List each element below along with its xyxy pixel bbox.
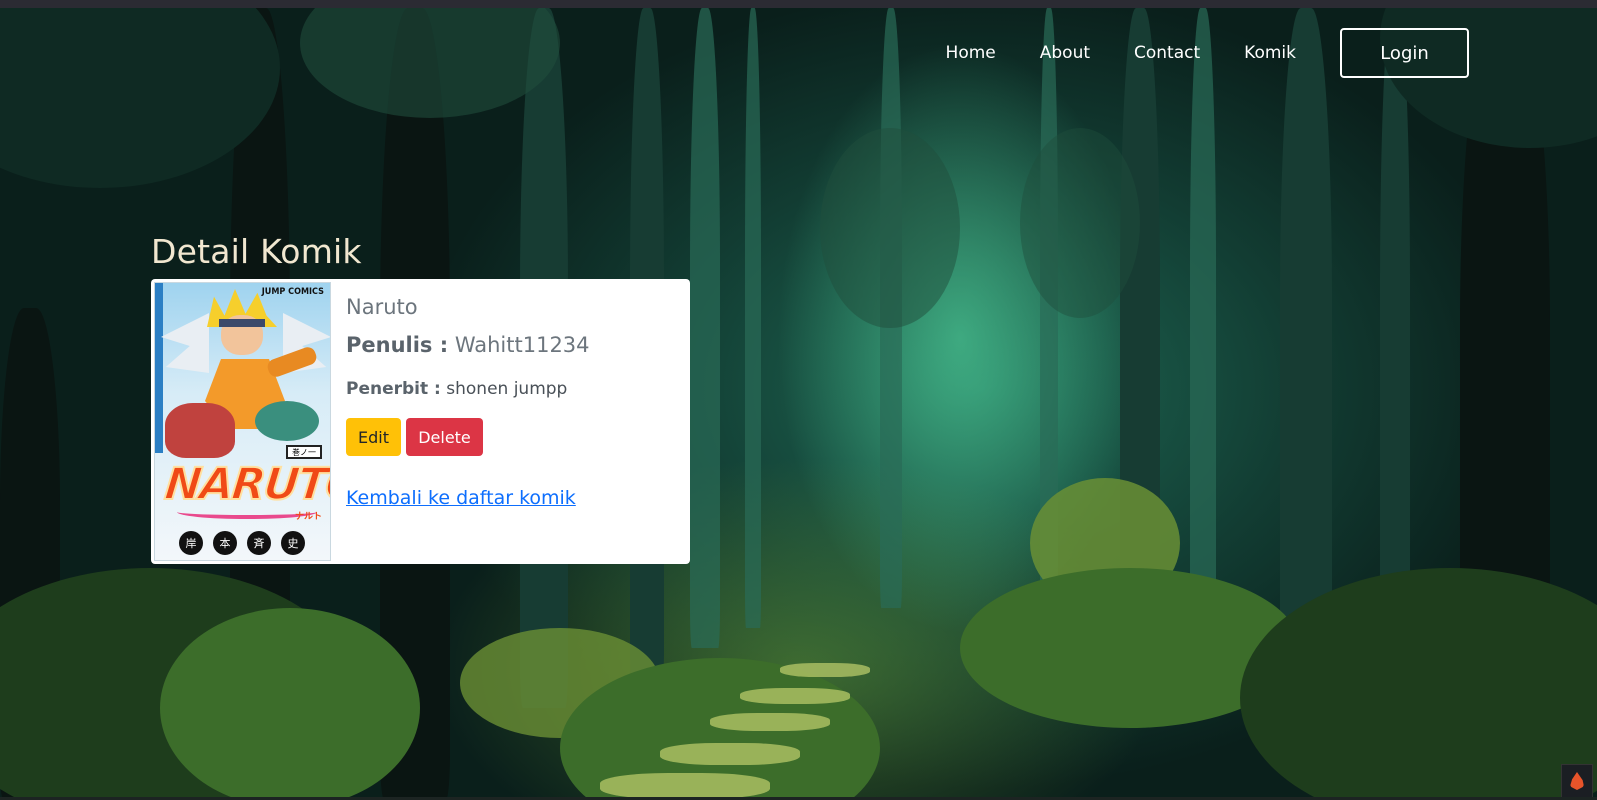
login-button[interactable]: Login: [1340, 28, 1469, 78]
cover-seal: 本: [213, 531, 237, 555]
page-title: Detail Komik: [151, 232, 362, 271]
nav-link-komik[interactable]: Komik: [1244, 43, 1296, 63]
cover-wing-left: [161, 313, 209, 373]
corner-toolbar-widget[interactable]: [1561, 764, 1593, 798]
edit-button[interactable]: Edit: [346, 418, 401, 456]
writer-value: Wahitt11234: [454, 333, 590, 357]
action-buttons: Edit Delete: [346, 418, 690, 456]
cover-logo-kana: ナルト: [294, 512, 322, 522]
cover-seal: 岸: [179, 531, 203, 555]
nav-link-contact[interactable]: Contact: [1134, 43, 1200, 63]
nav-link-home[interactable]: Home: [946, 43, 996, 63]
cover-toad: [165, 403, 235, 458]
cover-seal: 斉: [247, 531, 271, 555]
publisher-value: shonen jumpp: [446, 379, 568, 399]
nav-link-about[interactable]: About: [1040, 43, 1090, 63]
comic-title: Naruto: [346, 295, 418, 319]
comic-publisher-row: Penerbit : shonen jumpp: [346, 379, 690, 399]
delete-button[interactable]: Delete: [406, 418, 483, 456]
cover-creature: [255, 401, 319, 441]
writer-label: Penulis :: [346, 333, 449, 357]
cover-hero-headband: [219, 319, 265, 327]
comic-writer-row: Penulis : Wahitt11234: [346, 333, 690, 357]
publisher-label: Penerbit :: [346, 379, 441, 399]
cover-logo: NARUTO: [161, 458, 331, 511]
flame-icon: [1570, 772, 1584, 790]
cover-author-seals: 岸 本 斉 史: [179, 531, 305, 555]
cover-volume-label: 巻ノ一: [286, 445, 322, 459]
comic-cover-image: JUMP COMICS 巻ノ一 NARUTO ナルト 岸 本 斉 史: [154, 282, 331, 561]
back-to-list-link[interactable]: Kembali ke daftar komik: [346, 487, 576, 509]
cover-stripe: [155, 283, 163, 453]
main-nav: Home About Contact Komik Login: [946, 28, 1469, 78]
comic-cover: JUMP COMICS 巻ノ一 NARUTO ナルト 岸 本 斉 史: [151, 279, 331, 564]
comic-info: Naruto Penulis : Wahitt11234 Penerbit : …: [331, 279, 690, 564]
cover-publisher-mark: JUMP COMICS: [261, 287, 324, 297]
comic-detail-card: JUMP COMICS 巻ノ一 NARUTO ナルト 岸 本 斉 史 Narut…: [151, 279, 690, 564]
browser-top-strip: [0, 0, 1597, 8]
cover-seal: 史: [281, 531, 305, 555]
